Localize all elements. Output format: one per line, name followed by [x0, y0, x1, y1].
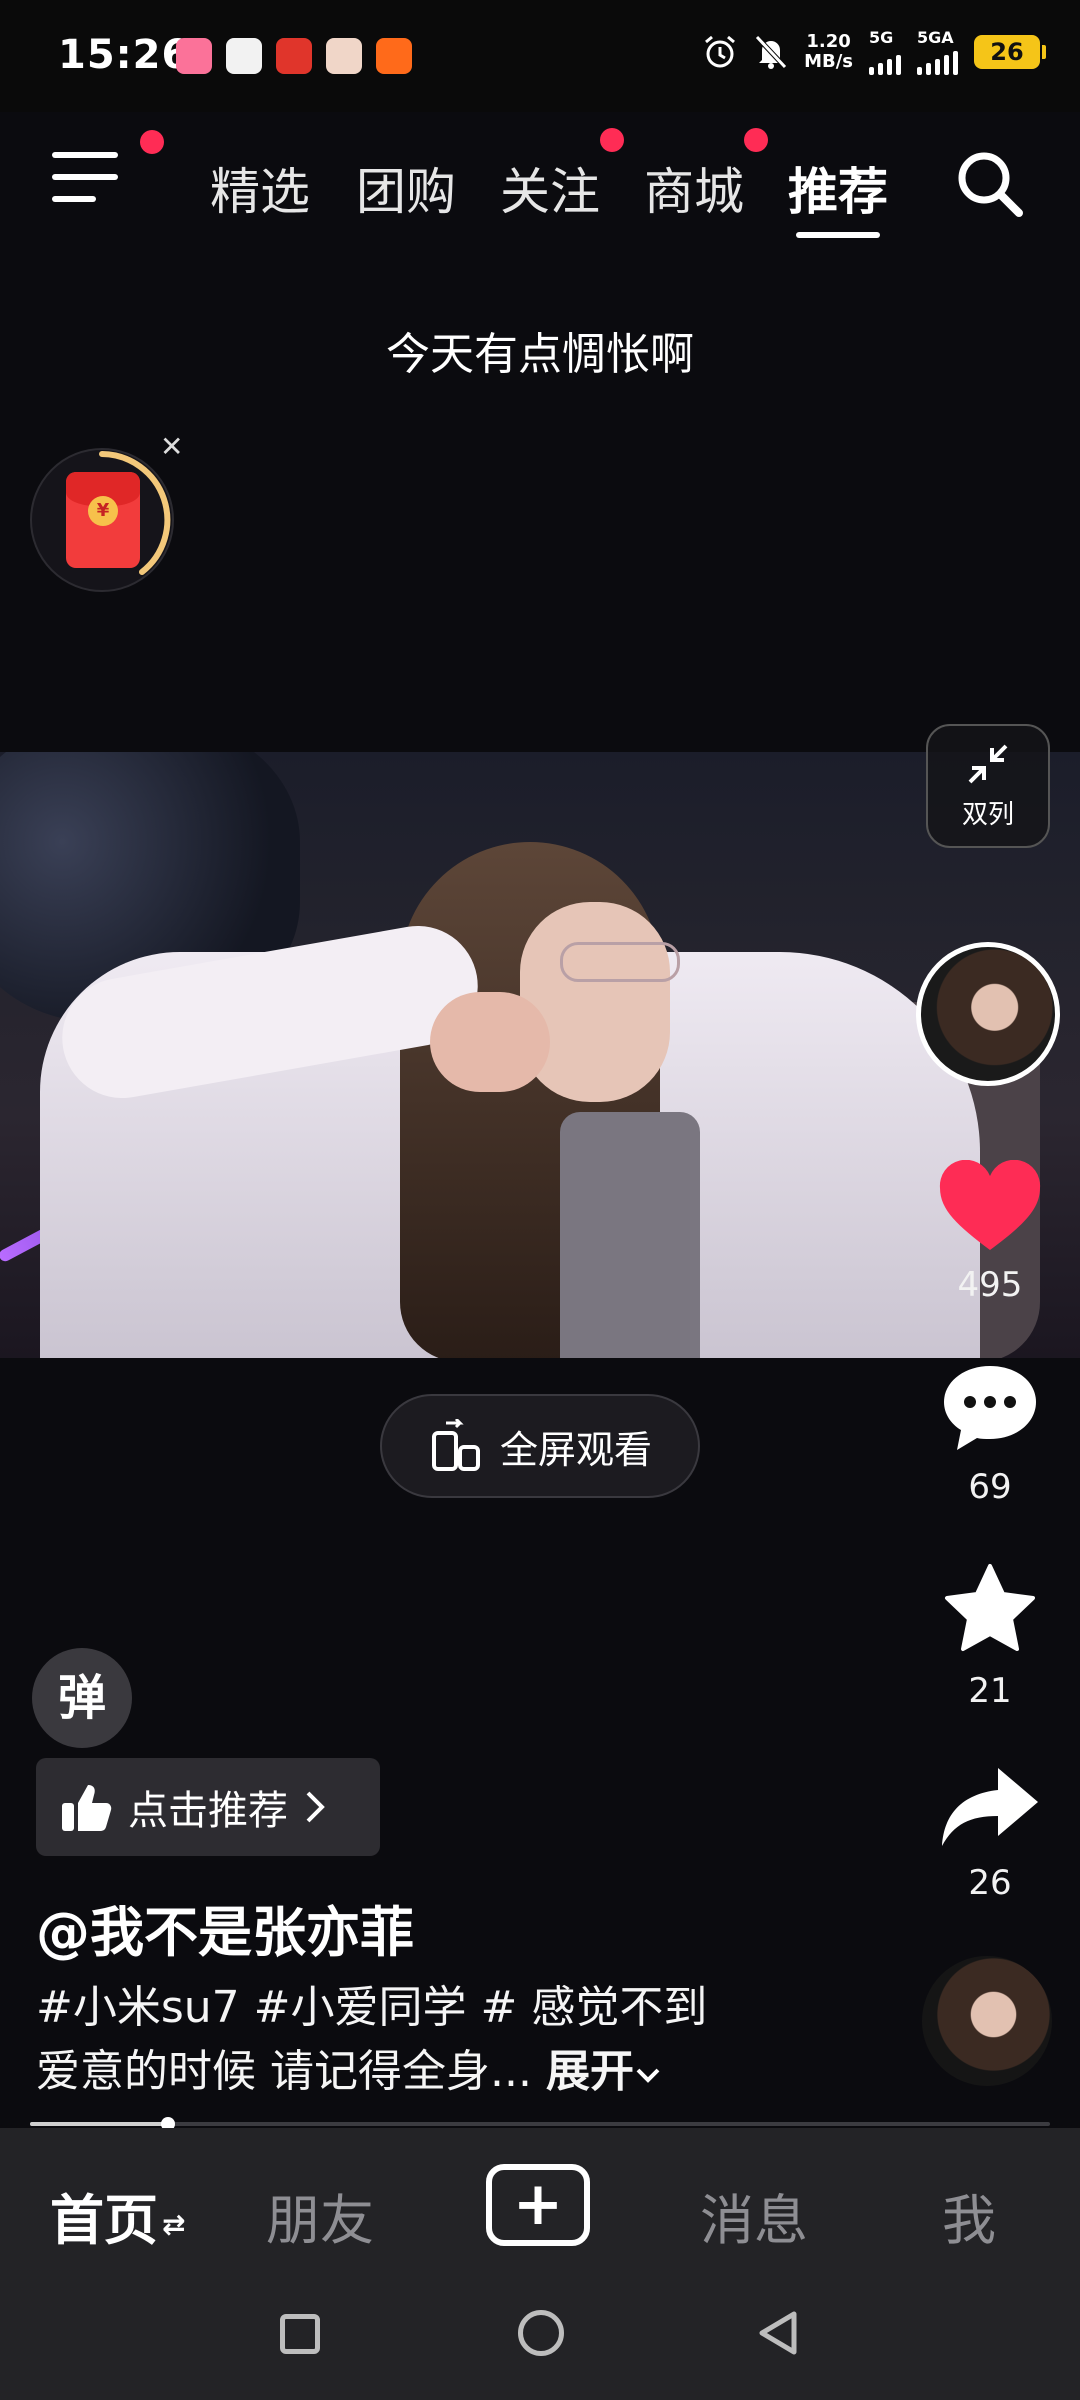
alarm-icon [705, 35, 736, 67]
recommend-button[interactable]: 点击推荐 [36, 1758, 380, 1856]
chevron-down-icon [636, 2068, 660, 2083]
add-button[interactable]: + [486, 2164, 590, 2246]
tab-mall[interactable]: 商城 [644, 152, 744, 224]
video-frame[interactable] [0, 752, 1080, 1358]
search-icon[interactable] [954, 148, 1026, 220]
expand-link[interactable]: 展开 [546, 2046, 634, 2097]
thumbs-up-icon [62, 1785, 112, 1831]
heart-icon [939, 1159, 1041, 1250]
feishu-icon [376, 38, 412, 74]
glasses [560, 942, 680, 982]
bottom-nav: 首页 ⇄ 朋友 + 消息 我 [0, 2128, 1080, 2284]
progress-fill [30, 2122, 168, 2126]
fullscreen-label: 全屏观看 [499, 1427, 652, 1472]
collapse-arrows-icon [968, 744, 1008, 784]
music-icon [276, 38, 312, 74]
comment-count: 69 [968, 1467, 1012, 1507]
author-avatar[interactable] [916, 942, 1060, 1086]
tab-recommend[interactable]: 推荐 [788, 152, 888, 224]
notification-dot [744, 128, 768, 152]
post-description[interactable]: #小米su7 #小爱同学 # 感觉不到 爱意的时候 请记得全身... 展开 [36, 1976, 836, 2104]
notification-dot [600, 128, 624, 152]
comment-button[interactable]: 69 [928, 1362, 1052, 1507]
chevron-right-icon [306, 1791, 325, 1823]
person-vest [560, 1112, 700, 1358]
description-line-2: 爱意的时候 请记得全身... 展开 [36, 2040, 836, 2104]
signal-icon [917, 47, 958, 75]
bilibili-icon [176, 38, 212, 74]
top-nav: 精选 团购 关注 商城 推荐 [0, 112, 1080, 252]
tab-featured[interactable]: 精选 [210, 152, 310, 224]
sim1-label: 5G [869, 28, 894, 47]
signal-icon [869, 47, 901, 75]
notification-dot [140, 130, 164, 154]
nav-me[interactable]: 我 [942, 2176, 996, 2255]
person-fist [430, 992, 550, 1092]
favorite-count: 21 [968, 1671, 1012, 1711]
description-line-1: #小米su7 #小爱同学 # 感觉不到 [36, 1982, 708, 2033]
status-time: 15:26 [58, 32, 191, 78]
share-icon [942, 1768, 1038, 1846]
recommend-label: 点击推荐 [128, 1788, 288, 1834]
back-icon[interactable] [756, 2310, 802, 2356]
app-icon [226, 38, 262, 74]
system-icons: 1.20 MB/s 5G 5GA 26 [702, 28, 1046, 75]
like-count: 495 [957, 1265, 1023, 1305]
dual-column-button[interactable]: 双列 [926, 724, 1050, 848]
nav-home[interactable]: 首页 ⇄ [50, 2176, 185, 2255]
share-count: 26 [968, 1863, 1012, 1903]
network-speed: 1.20 MB/s [804, 30, 853, 72]
comment-icon [944, 1366, 1036, 1450]
dual-column-label: 双列 [961, 800, 1014, 830]
star-icon [945, 1564, 1035, 1651]
sim2-label: 5GA [917, 28, 954, 47]
status-bar: 15:26 1.20 MB/s 5G 5GA 26 [0, 0, 1080, 112]
red-envelope-icon: ¥ [66, 472, 140, 568]
battery-indicator: 26 [974, 34, 1046, 69]
swap-icon: ⇄ [162, 2207, 186, 2241]
tab-group-buy[interactable]: 团购 [356, 152, 456, 224]
music-disc-avatar[interactable] [922, 1956, 1052, 2086]
close-icon[interactable]: ✕ [160, 430, 183, 463]
favorite-button[interactable]: 21 [928, 1562, 1052, 1711]
person-face [520, 902, 670, 1102]
menu-icon[interactable] [52, 152, 124, 212]
mute-bell-icon [755, 34, 787, 69]
system-nav-bar [0, 2284, 1080, 2400]
tab-following[interactable]: 关注 [500, 152, 600, 224]
danmu-toggle[interactable]: 弹 [32, 1648, 132, 1748]
notification-icons [176, 38, 412, 74]
nav-friends[interactable]: 朋友 [266, 2176, 374, 2255]
red-packet-widget[interactable]: ¥ [30, 448, 174, 592]
recent-apps-icon[interactable] [280, 2314, 320, 2354]
video-caption: 今天有点惆怅啊 [386, 329, 694, 380]
home-icon[interactable] [518, 2310, 564, 2356]
active-tab-indicator [796, 232, 880, 238]
share-button[interactable]: 26 [928, 1764, 1052, 1903]
author-name[interactable]: @我不是张亦菲 [36, 1888, 414, 1967]
video-progress-bar[interactable] [30, 2117, 1050, 2131]
rotate-screen-icon [431, 1419, 480, 1471]
like-button[interactable]: 495 [928, 1159, 1052, 1305]
fullscreen-button[interactable]: 全屏观看 [380, 1394, 700, 1498]
avatar-app-icon [326, 38, 362, 74]
nav-messages[interactable]: 消息 [700, 2176, 808, 2255]
